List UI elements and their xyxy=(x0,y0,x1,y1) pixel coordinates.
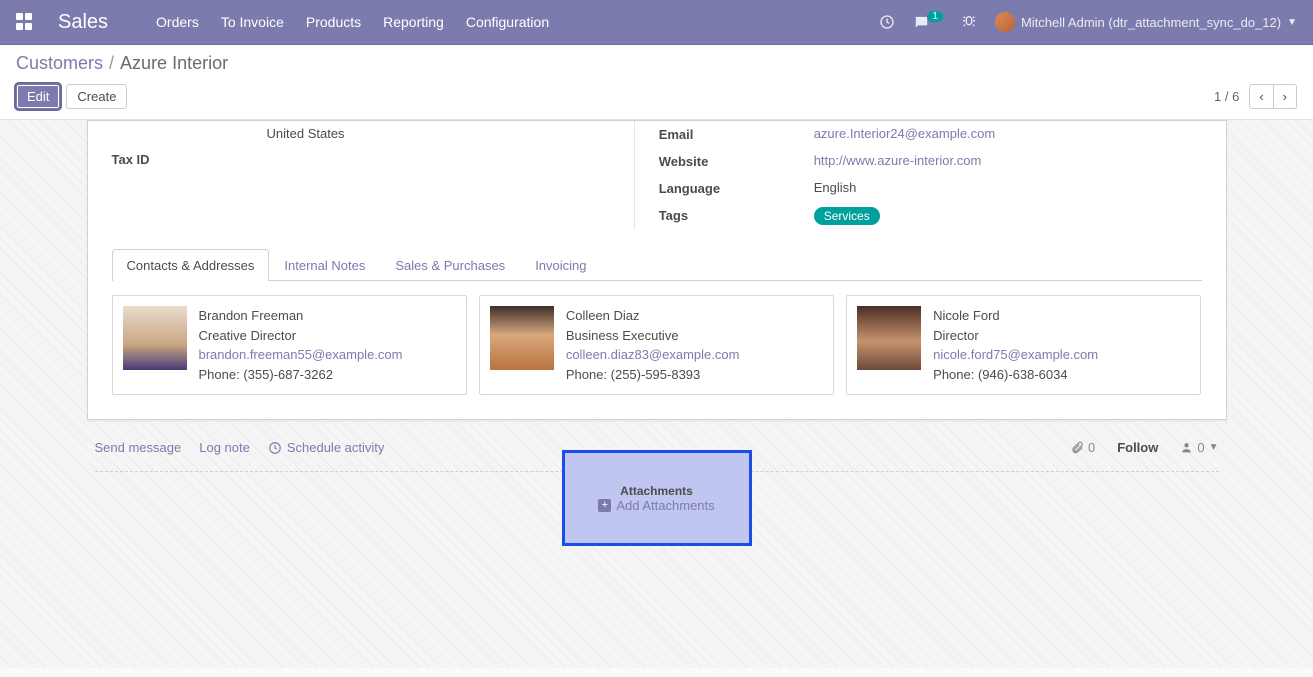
pager-prev[interactable]: ‹ xyxy=(1249,84,1273,109)
apps-icon[interactable] xyxy=(16,13,34,31)
tab-internal-notes[interactable]: Internal Notes xyxy=(269,249,380,281)
nav-menu: Orders To Invoice Products Reporting Con… xyxy=(156,14,549,30)
contact-email[interactable]: nicole.ford75@example.com xyxy=(933,347,1098,362)
contact-card[interactable]: Nicole Ford Director nicole.ford75@examp… xyxy=(846,295,1201,395)
language-value: English xyxy=(814,175,1202,202)
email-label: Email xyxy=(659,121,814,148)
activity-icon[interactable] xyxy=(879,14,895,30)
country-value: United States xyxy=(267,121,624,146)
nav-configuration[interactable]: Configuration xyxy=(466,14,549,30)
email-link[interactable]: azure.Interior24@example.com xyxy=(814,126,996,141)
nav-reporting[interactable]: Reporting xyxy=(383,14,444,30)
nav-orders[interactable]: Orders xyxy=(156,14,199,30)
contact-photo xyxy=(490,306,554,370)
attachments-title: Attachments xyxy=(620,484,693,498)
messages-badge: 1 xyxy=(927,11,943,22)
app-name: Sales xyxy=(58,11,108,34)
tab-sales-purchases[interactable]: Sales & Purchases xyxy=(380,249,520,281)
contact-name: Nicole Ford xyxy=(933,306,1098,326)
tab-contacts-addresses[interactable]: Contacts & Addresses xyxy=(112,249,270,281)
chevron-down-icon: ▼ xyxy=(1287,17,1297,28)
edit-button[interactable]: Edit xyxy=(16,84,60,109)
breadcrumb: Customers / Azure Interior xyxy=(16,53,1297,74)
control-panel: Customers / Azure Interior Edit Create 1… xyxy=(0,45,1313,120)
contact-email[interactable]: colleen.diaz83@example.com xyxy=(566,347,740,362)
tag-pill: Services xyxy=(814,207,880,225)
contact-photo xyxy=(857,306,921,370)
attachments-dropzone[interactable]: Attachments + Add Attachments xyxy=(562,450,752,546)
add-attachments-button[interactable]: + Add Attachments xyxy=(598,498,714,513)
chatter: Send message Log note Schedule activity … xyxy=(87,434,1227,546)
create-button[interactable]: Create xyxy=(66,84,127,109)
form-sheet: United States Tax ID Email azure.Interio… xyxy=(87,120,1227,420)
avatar-icon xyxy=(995,12,1015,32)
contact-title: Director xyxy=(933,326,1098,346)
user-menu[interactable]: Mitchell Admin (dtr_attachment_sync_do_1… xyxy=(995,12,1297,32)
nav-products[interactable]: Products xyxy=(306,14,361,30)
top-navbar: Sales Orders To Invoice Products Reporti… xyxy=(0,0,1313,45)
pager-next[interactable]: › xyxy=(1274,84,1297,109)
main-content[interactable]: United States Tax ID Email azure.Interio… xyxy=(0,120,1313,668)
contact-card[interactable]: Brandon Freeman Creative Director brando… xyxy=(112,295,467,395)
debug-icon[interactable] xyxy=(961,14,977,30)
contact-title: Creative Director xyxy=(199,326,403,346)
contact-phone: Phone: (255)-595-8393 xyxy=(566,365,740,385)
pager-text[interactable]: 1 / 6 xyxy=(1214,89,1239,104)
language-label: Language xyxy=(659,175,814,202)
breadcrumb-parent[interactable]: Customers xyxy=(16,53,103,74)
nav-to-invoice[interactable]: To Invoice xyxy=(221,14,284,30)
contact-photo xyxy=(123,306,187,370)
contact-card[interactable]: Colleen Diaz Business Executive colleen.… xyxy=(479,295,834,395)
breadcrumb-current: Azure Interior xyxy=(120,53,228,74)
tabs: Contacts & Addresses Internal Notes Sale… xyxy=(112,248,1202,281)
contact-name: Colleen Diaz xyxy=(566,306,740,326)
contact-phone: Phone: (946)-638-6034 xyxy=(933,365,1098,385)
contact-email[interactable]: brandon.freeman55@example.com xyxy=(199,347,403,362)
tags-label: Tags xyxy=(659,202,814,230)
tab-invoicing[interactable]: Invoicing xyxy=(520,249,601,281)
messages-icon[interactable]: 1 xyxy=(913,14,943,31)
website-link[interactable]: http://www.azure-interior.com xyxy=(814,153,982,168)
contact-name: Brandon Freeman xyxy=(199,306,403,326)
contact-phone: Phone: (355)-687-3262 xyxy=(199,365,403,385)
plus-icon: + xyxy=(598,499,611,512)
contact-title: Business Executive xyxy=(566,326,740,346)
contacts-grid: Brandon Freeman Creative Director brando… xyxy=(112,295,1202,395)
taxid-label: Tax ID xyxy=(112,146,267,173)
website-label: Website xyxy=(659,148,814,175)
